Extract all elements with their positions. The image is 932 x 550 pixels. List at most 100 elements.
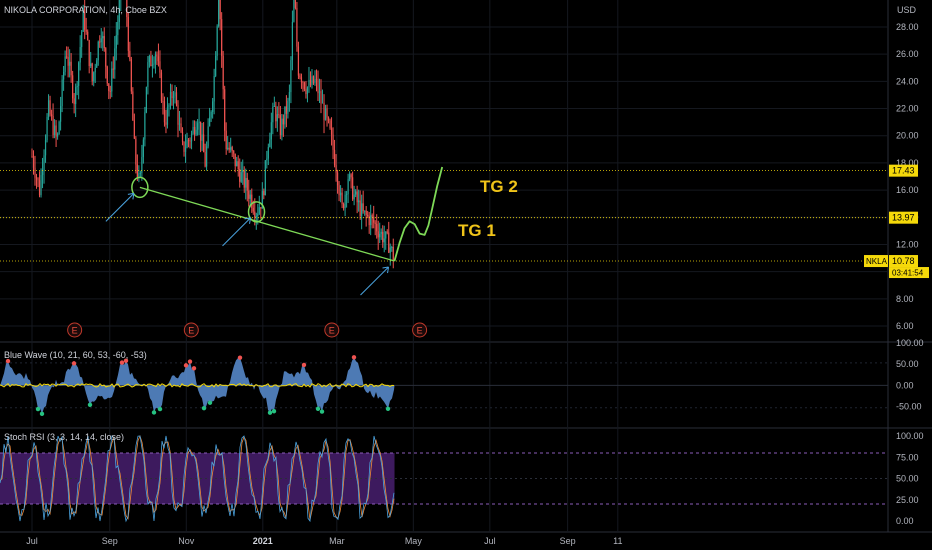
- wave-peak-dot: [301, 362, 307, 368]
- candle-body: [294, 0, 297, 8]
- time-tick-label: 11: [613, 536, 622, 546]
- candle-body: [215, 55, 217, 76]
- price-tick-label: 26.00: [896, 49, 919, 59]
- candle-body: [67, 57, 69, 66]
- candle-body: [114, 48, 116, 70]
- candle-body: [94, 67, 96, 73]
- candle-body: [374, 222, 376, 224]
- time-tick-label: Sep: [560, 536, 576, 546]
- candle-body: [327, 117, 330, 121]
- candle-body: [145, 86, 147, 113]
- candle-body: [46, 116, 48, 141]
- candle-body: [382, 231, 384, 243]
- candle-body: [260, 207, 262, 209]
- candle-body: [344, 194, 346, 209]
- candle-body: [160, 72, 163, 102]
- currency-label: USD: [896, 5, 916, 15]
- price-tick-label: 8.00: [896, 294, 914, 304]
- candle-body: [66, 56, 68, 58]
- candle-body: [169, 91, 172, 105]
- candle-body: [91, 63, 93, 82]
- candle-body: [109, 90, 111, 92]
- candle-body: [254, 211, 256, 217]
- candle-body: [362, 203, 364, 212]
- candle-body: [339, 192, 342, 196]
- candle-body: [60, 106, 62, 122]
- candle-body: [85, 29, 87, 32]
- price-tick-label: 12.00: [896, 239, 919, 249]
- price-tick-label: 6.00: [896, 321, 914, 331]
- rsi-tick-label: 75.00: [896, 452, 919, 462]
- candle-body: [324, 108, 327, 120]
- candle-body: [79, 47, 81, 63]
- candle-body: [287, 100, 289, 114]
- candle-body: [246, 178, 248, 191]
- candle-body: [383, 238, 385, 243]
- candle-body: [303, 82, 306, 90]
- candle-body: [44, 140, 47, 156]
- candle-body: [315, 79, 318, 80]
- candle-body: [175, 92, 178, 106]
- candle-body: [41, 170, 44, 175]
- chart-title: NIKOLA CORPORATION, 4h, Cboe BZX: [4, 5, 167, 15]
- candle-body: [248, 190, 250, 199]
- candle-body: [279, 115, 281, 136]
- candle-body: [376, 223, 378, 232]
- candle-body: [243, 170, 245, 188]
- candle-body: [168, 104, 170, 107]
- candle-body: [275, 106, 277, 122]
- candle-body: [281, 118, 283, 136]
- wave-tick-label: 50.00: [896, 359, 919, 369]
- candle-body: [207, 126, 209, 147]
- wave-trough-dot: [87, 402, 93, 408]
- rsi-tick-label: 0.00: [896, 516, 914, 526]
- candle-body: [266, 158, 268, 161]
- candle-body: [58, 121, 60, 135]
- candle-body: [300, 77, 303, 83]
- candle-body: [237, 161, 239, 170]
- candle-body: [306, 87, 309, 95]
- wave-peak-dot: [187, 359, 193, 364]
- candle-body: [55, 125, 57, 137]
- candle-body: [309, 79, 312, 86]
- candle-body: [230, 147, 232, 150]
- candle-body: [320, 91, 322, 104]
- candle-body: [204, 152, 206, 167]
- candle-body: [302, 82, 304, 84]
- candle-body: [228, 147, 230, 150]
- candle-body: [76, 85, 78, 88]
- chart-canvas: TG 1TG 2EEEE 6.008.0010.0012.0014.0016.0…: [0, 0, 932, 550]
- candle-body: [356, 191, 358, 203]
- candle-body: [391, 247, 393, 248]
- candle-body: [358, 200, 360, 203]
- wave-peak-dot: [237, 355, 243, 360]
- candle-body: [103, 36, 105, 49]
- candle-body: [342, 204, 345, 209]
- candle-body: [370, 215, 372, 226]
- wave-trough-dot: [35, 406, 41, 412]
- price-tick-label: 24.00: [896, 76, 919, 86]
- candle-body: [225, 130, 227, 149]
- candle-body: [371, 215, 373, 217]
- candle-body: [251, 194, 253, 208]
- candle-body: [190, 133, 193, 142]
- rsi-tick-label: 50.00: [896, 474, 919, 484]
- candle-body: [35, 177, 38, 179]
- candle-body: [352, 177, 354, 200]
- candle-body: [373, 216, 375, 223]
- wave-trough-dot: [319, 409, 325, 414]
- candle-body: [47, 100, 50, 117]
- candle-body: [195, 129, 197, 135]
- candle-body: [314, 79, 316, 84]
- wave-trough-dot: [315, 406, 321, 411]
- candle-body: [346, 194, 348, 195]
- candle-body: [355, 191, 357, 195]
- candle-body: [257, 213, 259, 217]
- candle-body: [136, 164, 138, 177]
- earnings-label: E: [188, 326, 194, 336]
- candle-body: [330, 128, 333, 135]
- candle-body: [99, 41, 101, 43]
- time-tick-label: 2021: [253, 536, 273, 546]
- candle-body: [349, 174, 351, 180]
- earnings-label: E: [417, 326, 423, 336]
